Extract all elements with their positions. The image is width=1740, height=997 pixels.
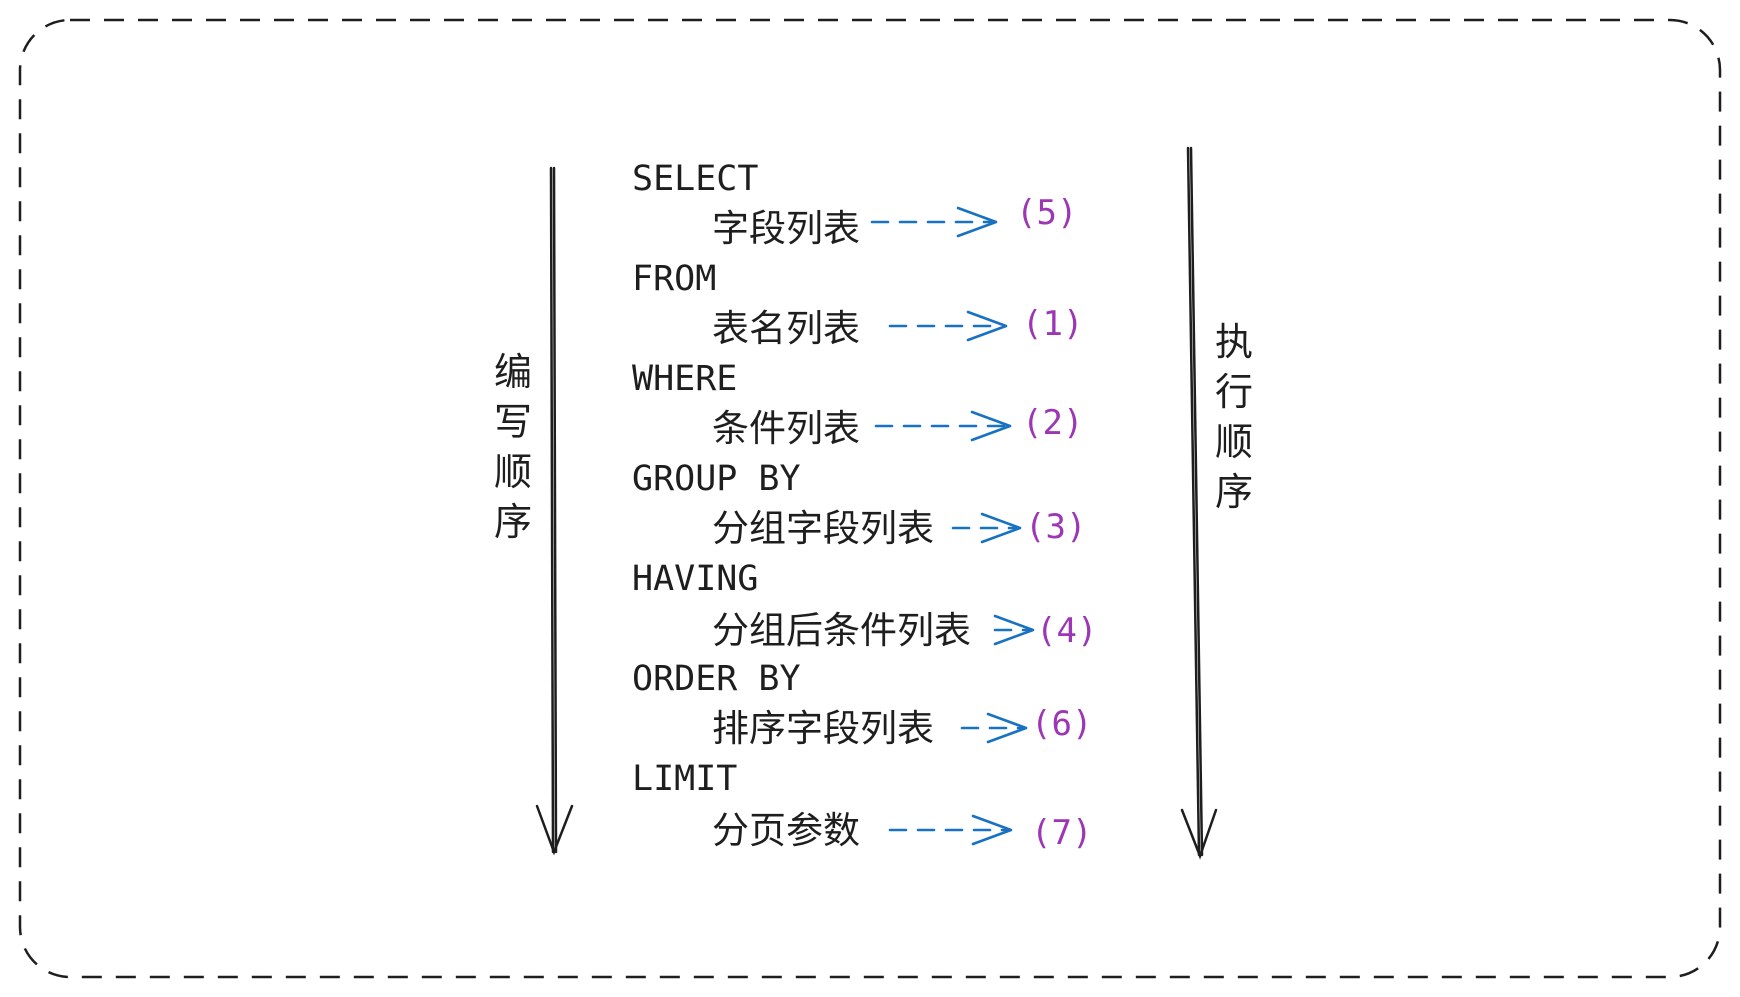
writing-order-arrow xyxy=(535,166,574,856)
order-number-where: (2) xyxy=(1022,403,1084,443)
item-from: 表名列表 xyxy=(712,307,860,350)
order-number-select: (5) xyxy=(1016,193,1078,233)
item-select: 字段列表 xyxy=(712,207,860,250)
keyword-where: WHERE xyxy=(632,359,738,399)
keyword-from: FROM xyxy=(632,259,717,299)
order-number-order-by: (6) xyxy=(1031,704,1093,744)
keyword-having: HAVING xyxy=(632,559,759,599)
order-number-group-by: (3) xyxy=(1025,507,1087,547)
dashed-border xyxy=(18,18,1722,979)
writing-order-label: 编写顺序 xyxy=(493,350,532,544)
keyword-order-by: ORDER BY xyxy=(632,659,801,699)
order-number-having: (4) xyxy=(1036,611,1098,651)
item-group-by: 分组字段列表 xyxy=(712,507,934,550)
diagram-frame xyxy=(18,18,1722,979)
order-number-from: (1) xyxy=(1022,304,1084,344)
item-order-by: 排序字段列表 xyxy=(712,707,934,750)
item-limit: 分页参数 xyxy=(712,809,860,852)
order-number-limit: (7) xyxy=(1031,813,1093,853)
keyword-limit: LIMIT xyxy=(632,759,738,799)
keyword-select: SELECT xyxy=(632,159,759,199)
item-having: 分组后条件列表 xyxy=(712,609,971,652)
keyword-group-by: GROUP BY xyxy=(632,459,801,499)
item-where: 条件列表 xyxy=(712,407,860,450)
execution-order-label: 执行顺序 xyxy=(1214,320,1253,514)
